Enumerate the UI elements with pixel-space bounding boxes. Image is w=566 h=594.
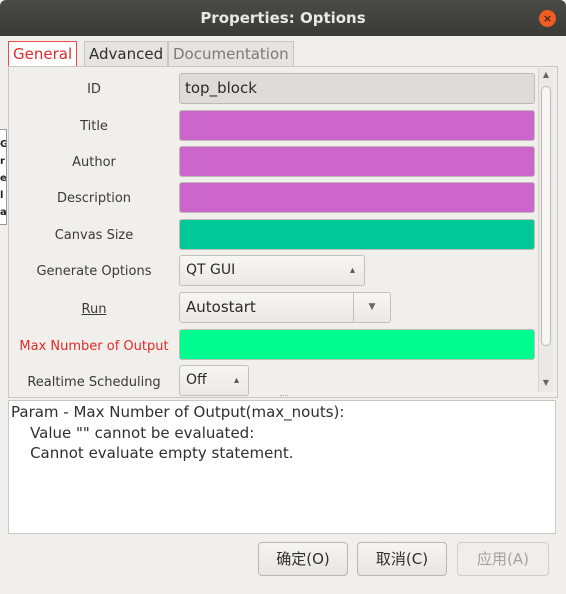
error-line: Param - Max Number of Output(max_nouts): <box>11 403 345 421</box>
id-field[interactable]: top_block <box>179 73 535 104</box>
cancel-button[interactable]: 取消(C) <box>357 542 447 576</box>
author-field[interactable] <box>179 146 535 177</box>
run-value: Autostart <box>186 298 256 316</box>
max-outputs-label: Max Number of Output <box>19 339 169 354</box>
realtime-select[interactable]: Off ▴ <box>179 365 249 396</box>
canvas-size-field[interactable] <box>179 219 535 250</box>
realtime-label: Realtime Scheduling <box>27 375 161 390</box>
window-title: Properties: Options <box>200 9 366 27</box>
params-panel: ID top_block Title Author Description Ca… <box>8 66 558 398</box>
realtime-value: Off <box>186 372 207 388</box>
spin-arrows-icon: ▴ <box>349 265 355 276</box>
title-field[interactable] <box>179 110 535 141</box>
author-label: Author <box>72 155 116 170</box>
id-label: ID <box>87 82 101 97</box>
generate-options-label: Generate Options <box>36 264 152 279</box>
generate-options-value: QT GUI <box>186 262 236 278</box>
scroll-down-icon[interactable]: ▼ <box>539 378 553 387</box>
chevron-down-icon[interactable]: ▼ <box>353 293 390 322</box>
error-messages: Param - Max Number of Output(max_nouts):… <box>8 400 556 534</box>
run-label: Run <box>81 302 107 317</box>
canvas-size-label: Canvas Size <box>54 228 134 243</box>
tab-advanced[interactable]: Advanced <box>84 41 169 66</box>
tab-documentation[interactable]: Documentation <box>168 41 294 66</box>
title-bar[interactable]: Properties: Options × <box>0 0 566 36</box>
error-line: Cannot evaluate empty statement. <box>11 444 294 462</box>
spin-arrows-icon: ▴ <box>233 375 239 386</box>
run-select[interactable]: Autostart ▼ <box>179 292 391 323</box>
apply-button[interactable]: 应用(A) <box>457 542 549 576</box>
description-field[interactable] <box>179 182 535 213</box>
tab-general[interactable]: General <box>8 41 78 67</box>
ok-button[interactable]: 确定(O) <box>258 542 348 576</box>
generate-options-select[interactable]: QT GUI ▴ <box>179 255 365 286</box>
title-label: Title <box>80 119 108 134</box>
close-icon[interactable]: × <box>539 10 556 27</box>
max-outputs-field[interactable] <box>179 329 535 360</box>
vertical-scrollbar[interactable]: ▲ ▼ <box>538 68 553 392</box>
background-window-fragment: G r e l al <box>0 129 7 225</box>
properties-dialog: Properties: Options × G r e l al General… <box>0 0 566 594</box>
description-label: Description <box>56 191 132 206</box>
scroll-up-icon[interactable]: ▲ <box>539 70 553 79</box>
error-line: Value "" cannot be evaluated: <box>11 424 255 442</box>
scrollbar-thumb[interactable] <box>541 86 551 346</box>
